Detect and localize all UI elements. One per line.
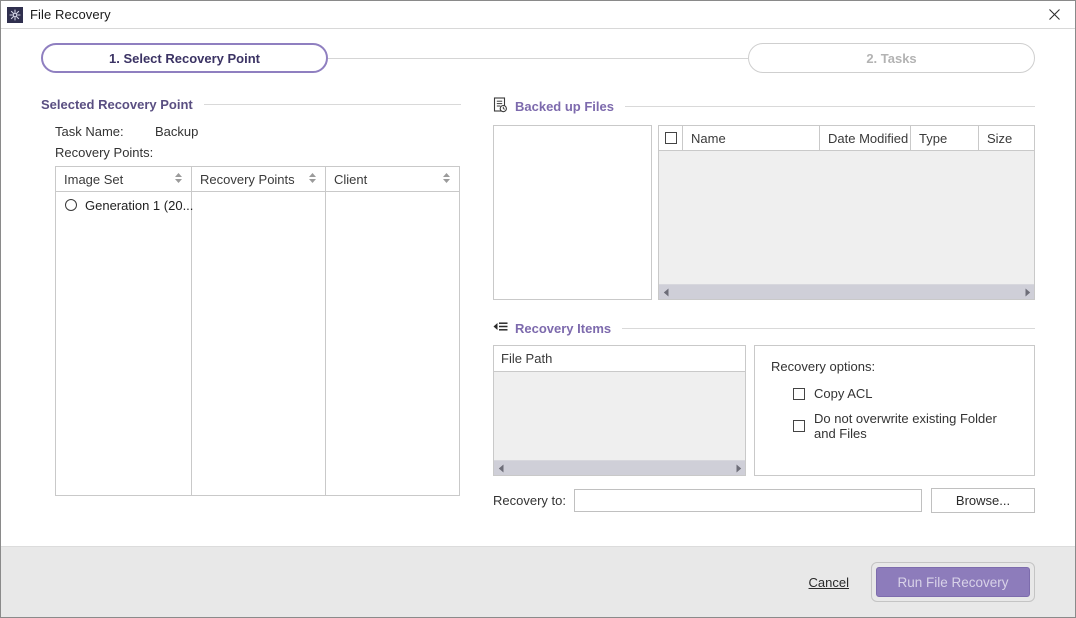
body-column-client xyxy=(326,192,459,495)
section-title-recovery-items: Recovery Items xyxy=(515,320,612,336)
step-tasks[interactable]: 2. Tasks xyxy=(748,43,1035,73)
column-header-client[interactable]: Client xyxy=(326,167,459,191)
column-label: Size xyxy=(987,130,1013,146)
files-grid-hscrollbar[interactable] xyxy=(659,284,1034,299)
recovery-to-row: Recovery to: Browse... xyxy=(493,488,1035,513)
recovery-points-table: Image Set Recovery Points Client Generat… xyxy=(55,166,460,496)
option-copy-acl[interactable]: Copy ACL xyxy=(793,386,1018,401)
title-bar: File Recovery xyxy=(1,1,1075,29)
backed-up-files-grid: Name Date Modified Type Size xyxy=(658,125,1035,300)
files-grid-body xyxy=(659,151,1034,284)
step-select-recovery-point[interactable]: 1. Select Recovery Point xyxy=(41,43,328,73)
cancel-link[interactable]: Cancel xyxy=(809,575,849,590)
right-panels: Backed up Files Name Date Modified Type … xyxy=(493,97,1035,546)
header-divider xyxy=(624,106,1035,107)
scroll-track[interactable] xyxy=(508,463,731,474)
column-label: Name xyxy=(691,130,726,146)
document-clock-icon xyxy=(493,97,508,116)
recovery-to-input[interactable] xyxy=(573,489,922,512)
recovery-items-area: File Path Recovery options: Copy ACL Do … xyxy=(493,345,1035,476)
recovery-options-pane: Recovery options: Copy ACL Do not overwr… xyxy=(754,345,1035,476)
backed-up-files-header: Backed up Files xyxy=(493,97,1035,116)
recovery-points-label: Recovery Points: xyxy=(55,145,154,160)
recovery-items-header: Recovery Items xyxy=(493,320,1035,336)
sort-icon xyxy=(174,172,183,187)
files-grid-header: Name Date Modified Type Size xyxy=(659,126,1034,151)
main-content: Selected Recovery Point Task Name: Backu… xyxy=(1,87,1075,546)
browse-button[interactable]: Browse... xyxy=(931,488,1035,513)
recovery-items-grid: File Path xyxy=(493,345,746,476)
recovery-options-title: Recovery options: xyxy=(771,359,876,374)
recovery-items-grid-body xyxy=(494,372,745,460)
stepper-connector xyxy=(328,57,748,59)
column-header-name[interactable]: Name xyxy=(683,126,820,150)
task-name-label: Task Name: xyxy=(55,124,124,139)
option-label: Copy ACL xyxy=(814,386,873,401)
sort-icon xyxy=(442,172,451,187)
recovery-points-table-header: Image Set Recovery Points Client xyxy=(56,167,459,192)
recovery-items-hscrollbar[interactable] xyxy=(494,460,745,475)
snowflake-app-icon xyxy=(7,6,23,23)
section-title-selected-recovery-point: Selected Recovery Point xyxy=(41,97,193,112)
option-do-not-overwrite[interactable]: Do not overwrite existing Folder and Fil… xyxy=(793,411,1018,441)
column-header-date-modified[interactable]: Date Modified xyxy=(820,126,911,150)
checkbox-icon[interactable] xyxy=(793,420,805,432)
table-row[interactable]: Generation 1 (20... xyxy=(56,192,194,218)
column-header-type[interactable]: Type xyxy=(911,126,979,150)
selected-recovery-point-panel: Selected Recovery Point Task Name: Backu… xyxy=(41,97,461,546)
section-title-backed-up-files: Backed up Files xyxy=(515,99,614,114)
cell-image-set: Generation 1 (20... xyxy=(85,197,194,213)
column-header-recovery-points[interactable]: Recovery Points xyxy=(192,167,326,191)
recovery-points-table-body: Generation 1 (20... xyxy=(56,192,459,495)
run-button-focus-ring: Run File Recovery xyxy=(871,562,1035,602)
list-indent-icon xyxy=(493,320,508,336)
scroll-left-icon[interactable] xyxy=(494,464,508,473)
column-header-image-set[interactable]: Image Set xyxy=(56,167,192,191)
column-label: Date Modified xyxy=(828,130,909,146)
column-label: Client xyxy=(334,171,368,187)
selected-recovery-point-header: Selected Recovery Point xyxy=(41,97,461,112)
column-label: Recovery Points xyxy=(200,171,295,187)
body-column-recovery-points xyxy=(192,192,326,495)
task-name-row: Task Name: Backup xyxy=(55,124,461,139)
header-divider xyxy=(203,104,461,105)
body-column-image-set: Generation 1 (20... xyxy=(56,192,194,495)
column-header-size[interactable]: Size xyxy=(979,126,1034,150)
close-icon[interactable] xyxy=(1033,1,1075,27)
footer-bar: Cancel Run File Recovery xyxy=(1,546,1075,617)
checkbox-icon[interactable] xyxy=(793,387,805,400)
select-all-checkbox[interactable] xyxy=(659,126,683,150)
wizard-stepper: 1. Select Recovery Point 2. Tasks xyxy=(1,29,1075,87)
recovery-to-label: Recovery to: xyxy=(493,493,566,508)
scroll-right-icon[interactable] xyxy=(731,464,745,473)
backed-up-files-area: Name Date Modified Type Size xyxy=(493,125,1035,300)
column-header-file-path[interactable]: File Path xyxy=(494,346,745,372)
file-recovery-window: File Recovery 1. Select Recovery Point 2… xyxy=(0,0,1076,618)
header-divider xyxy=(622,327,1035,329)
column-label: Type xyxy=(919,130,948,146)
sort-icon xyxy=(308,172,317,187)
checkbox-icon[interactable] xyxy=(664,132,677,144)
run-file-recovery-button[interactable]: Run File Recovery xyxy=(876,567,1030,597)
option-label: Do not overwrite existing Folder and Fil… xyxy=(814,411,997,441)
scroll-left-icon[interactable] xyxy=(659,288,673,297)
column-label: File Path xyxy=(501,351,553,366)
column-label: Image Set xyxy=(64,171,124,187)
scroll-right-icon[interactable] xyxy=(1020,288,1034,297)
radio-icon[interactable] xyxy=(65,199,77,211)
scroll-track[interactable] xyxy=(673,287,1020,298)
window-title: File Recovery xyxy=(30,7,111,22)
task-name-value: Backup xyxy=(155,124,199,139)
folder-tree-pane[interactable] xyxy=(493,125,652,300)
